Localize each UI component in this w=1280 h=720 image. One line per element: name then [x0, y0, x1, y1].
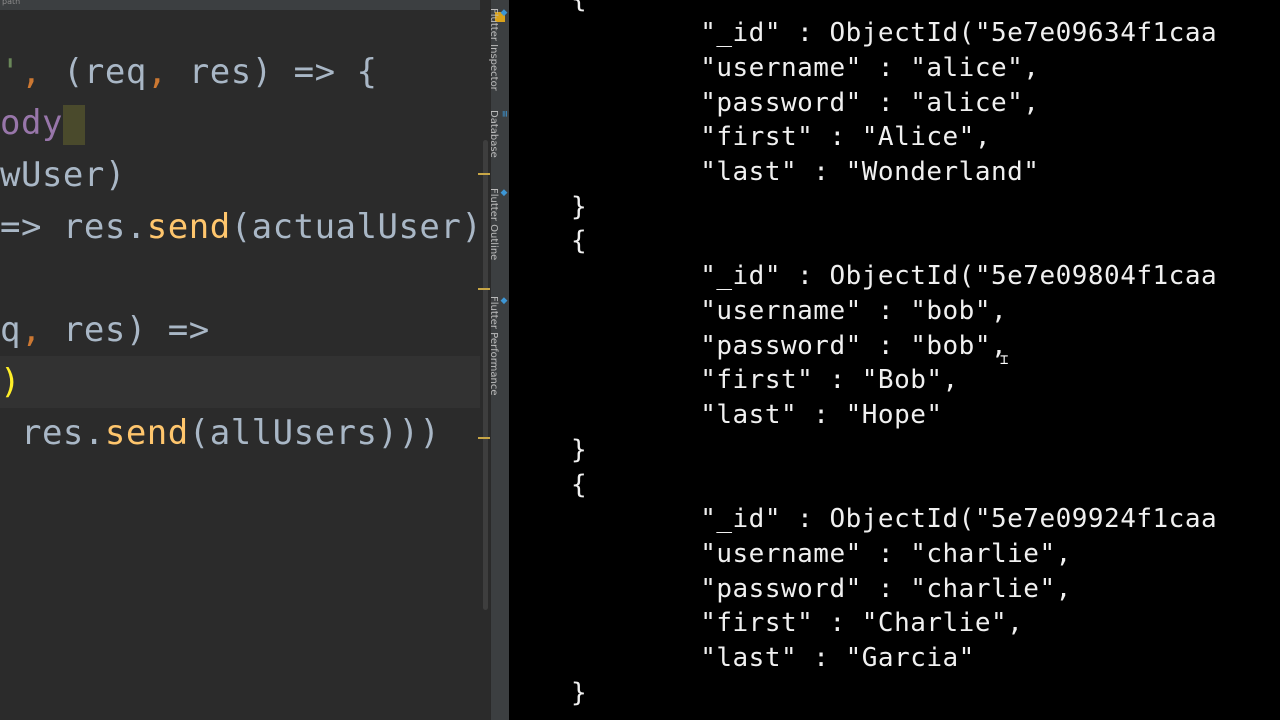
terminal-line: }: [571, 192, 588, 222]
scrollbar-marker: [478, 437, 490, 439]
tab-database[interactable]: ≡ Database: [488, 110, 509, 158]
terminal-line: "first" : "Charlie",: [571, 608, 1024, 638]
code-token: ): [0, 362, 21, 402]
code-token: ody: [0, 103, 63, 143]
code-token: ,: [20, 52, 63, 92]
terminal-line: }: [571, 678, 588, 708]
mouse-cursor-icon: ⌶: [1000, 352, 1009, 368]
terminal-line: "_id" : ObjectId("5e7e09634f1caa: [571, 18, 1218, 48]
code-token: q: [0, 310, 21, 350]
terminal-output[interactable]: { "_id" : ObjectId("5e7e09634f1caa "user…: [509, 0, 1280, 720]
code-token: => res.: [0, 207, 147, 247]
tab-label: Database: [488, 110, 499, 158]
code-line: wUser): [0, 153, 126, 197]
tab-flutter-performance[interactable]: ◆ Flutter Performance: [488, 296, 509, 396]
tab-label: Flutter Inspector: [488, 8, 499, 91]
terminal-line: "password" : "alice",: [571, 88, 1040, 118]
terminal-line: {: [571, 226, 588, 256]
code-line: => res.send(actualUser): [0, 205, 482, 249]
selection-highlight: [62, 104, 85, 145]
editor-top-text: path: [2, 0, 21, 6]
code-line: q, res) =>: [0, 308, 210, 352]
terminal-line: "_id" : ObjectId("5e7e09804f1caa: [571, 261, 1218, 291]
tab-flutter-outline[interactable]: ◆ Flutter Outline: [488, 188, 509, 260]
tab-label: Flutter Performance: [488, 296, 499, 396]
code-token: (actualUser): [230, 207, 483, 247]
code-token: (req: [62, 52, 147, 92]
database-icon: ≡: [499, 110, 509, 118]
editor-tab-strip: path: [0, 0, 490, 10]
code-token: res) =>: [62, 310, 210, 350]
code-token: send: [104, 413, 189, 453]
code-line: ody: [0, 101, 85, 145]
code-token: ,: [20, 310, 63, 350]
code-token: ,: [146, 52, 189, 92]
terminal-line: "username" : "alice",: [571, 53, 1040, 83]
terminal-line: {: [571, 0, 587, 16]
code-token: send: [146, 207, 231, 247]
terminal-line: "username" : "charlie",: [571, 539, 1072, 569]
code-token: res.: [0, 413, 105, 453]
terminal-line: "first" : "Bob",: [571, 365, 959, 395]
terminal-line: "last" : "Hope": [571, 400, 943, 430]
terminal-line: "password" : "bob",: [571, 331, 1008, 361]
tab-flutter-inspector[interactable]: ◆ Flutter Inspector: [488, 8, 509, 91]
flutter-icon: ◆: [499, 188, 509, 198]
code-line: res.send(allUsers))): [0, 411, 440, 455]
terminal-line: "username" : "bob",: [571, 296, 1008, 326]
terminal-line: {: [571, 470, 588, 500]
code-editor[interactable]: path ', (req, res) => {ody wUser) => res.s…: [0, 0, 490, 720]
scrollbar-marker: [478, 288, 490, 290]
code-line: ', (req, res) => {: [0, 50, 378, 94]
code-line: ): [0, 360, 21, 404]
code-token: wUser): [0, 155, 126, 195]
flutter-icon: ◆: [499, 8, 509, 18]
terminal-line: "first" : "Alice",: [571, 122, 991, 152]
tab-label: Flutter Outline: [488, 188, 499, 261]
terminal-line: "last" : "Garcia": [571, 643, 975, 673]
terminal-line: "password" : "charlie",: [571, 574, 1072, 604]
current-line-highlight: [0, 356, 480, 408]
tool-window-bar: ◆ Flutter Inspector ≡ Database ◆ Flutter…: [488, 0, 510, 720]
terminal-line: "_id" : ObjectId("5e7e09924f1caa: [571, 504, 1218, 534]
code-token: (allUsers))): [188, 413, 441, 453]
flutter-icon: ◆: [499, 296, 509, 306]
scrollbar-marker: [478, 173, 490, 175]
code-token: ': [0, 52, 21, 92]
code-token: res) => {: [188, 52, 378, 92]
terminal-line: "last" : "Wonderland": [571, 157, 1040, 187]
terminal-line: }: [571, 435, 588, 465]
